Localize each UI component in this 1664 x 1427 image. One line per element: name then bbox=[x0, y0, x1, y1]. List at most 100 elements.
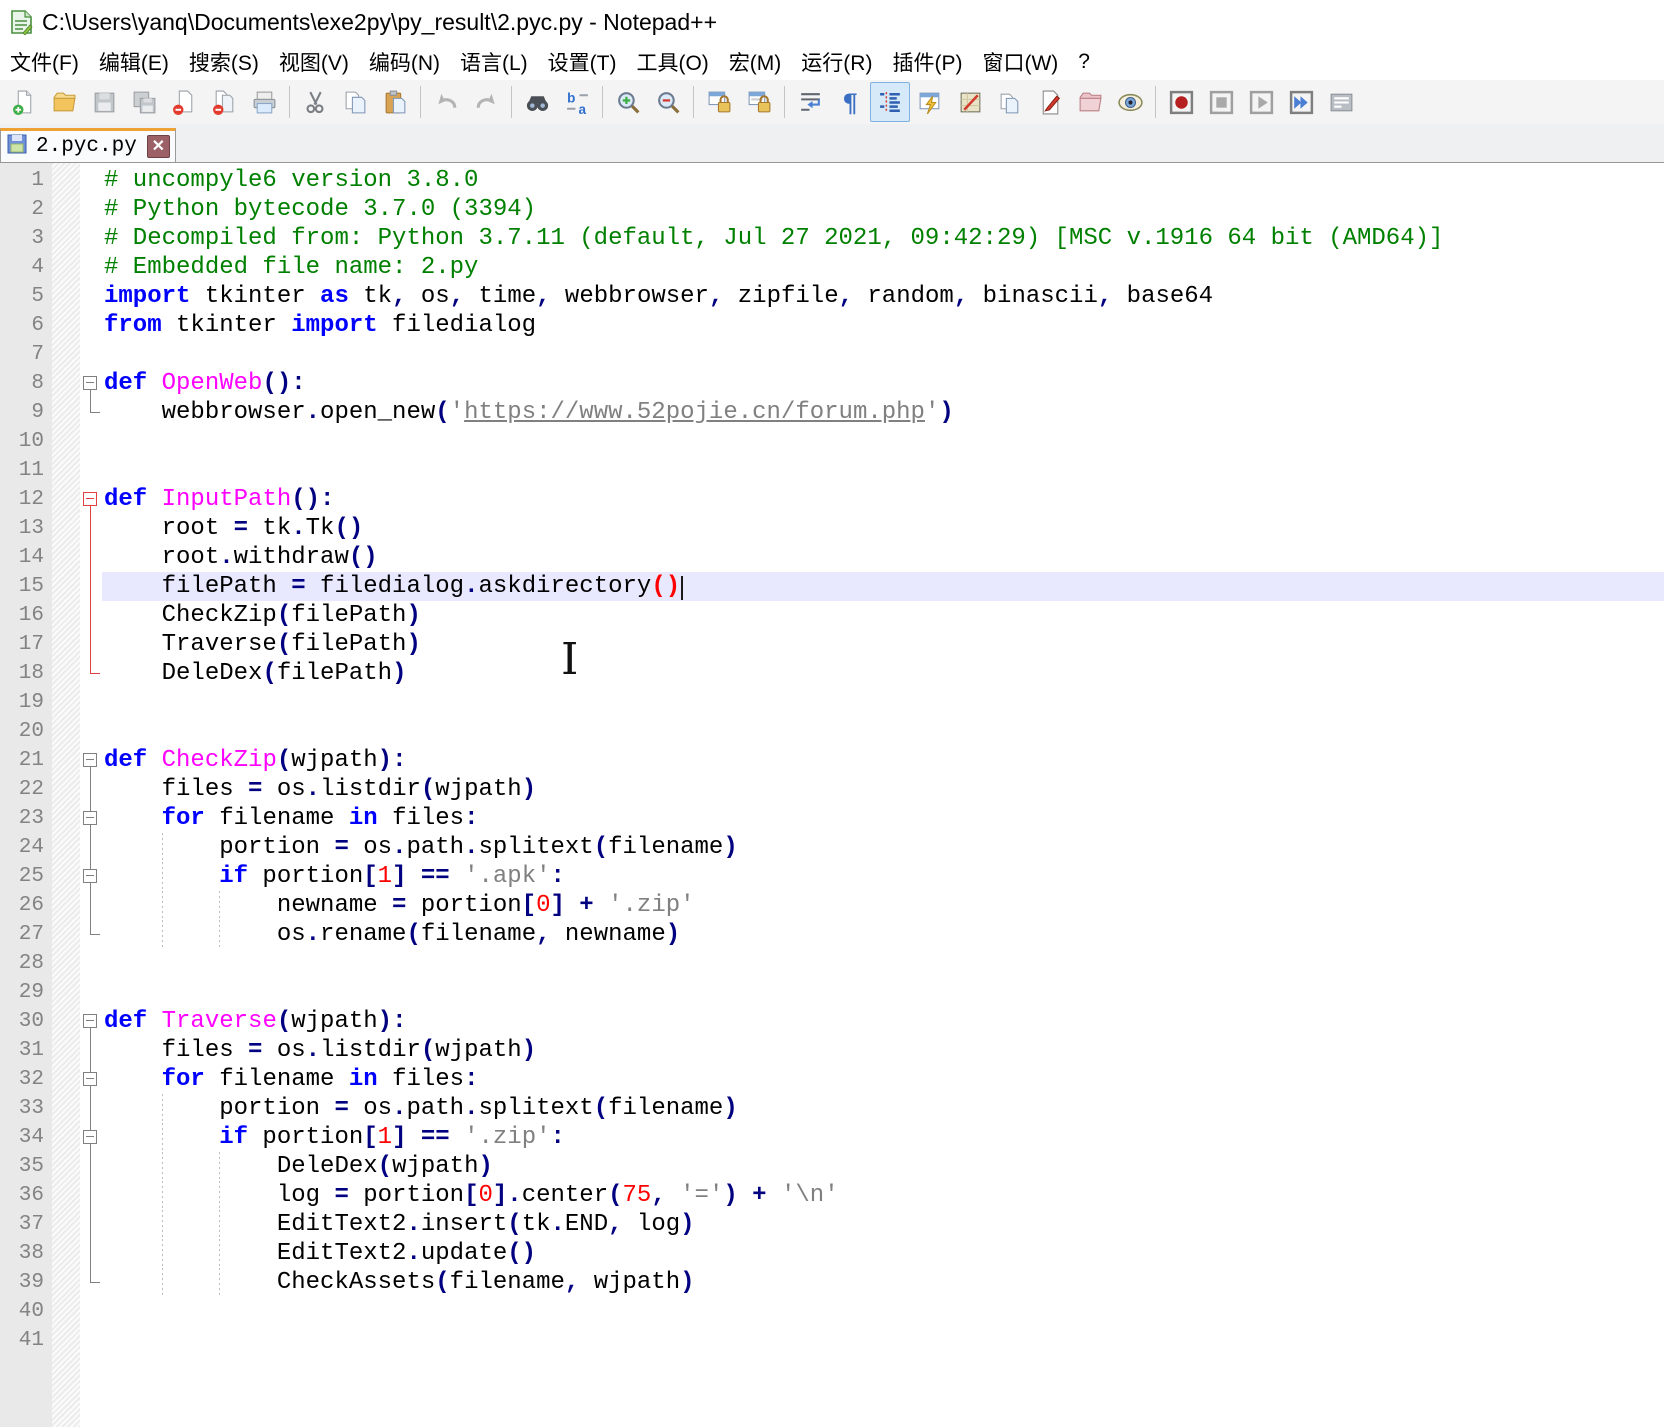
code-text[interactable] bbox=[102, 456, 1664, 485]
bookmark-margin-cell[interactable] bbox=[52, 746, 80, 775]
bookmark-margin-cell[interactable] bbox=[52, 253, 80, 282]
code-text[interactable]: Traverse(filePath) bbox=[102, 630, 1664, 659]
bookmark-margin-cell[interactable] bbox=[52, 862, 80, 891]
document-map-button[interactable] bbox=[950, 82, 990, 122]
bookmark-margin-cell[interactable] bbox=[52, 224, 80, 253]
undo-button[interactable] bbox=[426, 82, 466, 122]
code-text[interactable]: for filename in files: bbox=[102, 804, 1664, 833]
fold-collapse-icon[interactable] bbox=[83, 1130, 97, 1144]
bookmark-margin-cell[interactable] bbox=[52, 1007, 80, 1036]
print-button[interactable] bbox=[244, 82, 284, 122]
code-text[interactable]: log = portion[0].center(75, '=') + '\n' bbox=[102, 1181, 1664, 1210]
code-text[interactable]: files = os.listdir(wjpath) bbox=[102, 775, 1664, 804]
code-text[interactable]: CheckAssets(filename, wjpath) bbox=[102, 1268, 1664, 1297]
bookmark-margin-cell[interactable] bbox=[52, 601, 80, 630]
close-all-button[interactable] bbox=[204, 82, 244, 122]
code-text[interactable]: # Python bytecode 3.7.0 (3394) bbox=[102, 195, 1664, 224]
code-text[interactable]: # Embedded file name: 2.py bbox=[102, 253, 1664, 282]
menu-item-13[interactable]: ? bbox=[1068, 48, 1100, 76]
code-text[interactable]: import tkinter as tk, os, time, webbrows… bbox=[102, 282, 1664, 311]
fold-collapse-icon[interactable] bbox=[83, 1072, 97, 1086]
bookmark-margin-cell[interactable] bbox=[52, 543, 80, 572]
menu-item-10[interactable]: 运行(R) bbox=[791, 45, 882, 79]
bookmark-margin-cell[interactable] bbox=[52, 1297, 80, 1326]
code-text[interactable]: filePath = filedialog.askdirectory() bbox=[102, 572, 1664, 601]
folder-as-workspace-button[interactable] bbox=[1070, 82, 1110, 122]
copy-button[interactable] bbox=[335, 82, 375, 122]
bookmark-margin-cell[interactable] bbox=[52, 427, 80, 456]
code-text[interactable]: for filename in files: bbox=[102, 1065, 1664, 1094]
edit-marker-button[interactable] bbox=[1030, 82, 1070, 122]
bookmark-margin-cell[interactable] bbox=[52, 920, 80, 949]
code-text[interactable] bbox=[102, 949, 1664, 978]
bookmark-margin-cell[interactable] bbox=[52, 1152, 80, 1181]
code-text[interactable]: files = os.listdir(wjpath) bbox=[102, 1036, 1664, 1065]
code-text[interactable]: root = tk.Tk() bbox=[102, 514, 1664, 543]
code-text[interactable]: root.withdraw() bbox=[102, 543, 1664, 572]
code-text[interactable] bbox=[102, 1326, 1664, 1355]
tab-2.pyc.py[interactable]: 2.pyc.py ✕ bbox=[0, 128, 176, 162]
cut-button[interactable] bbox=[295, 82, 335, 122]
code-text[interactable]: # uncompyle6 version 3.8.0 bbox=[102, 166, 1664, 195]
code-text[interactable]: def InputPath(): bbox=[102, 485, 1664, 514]
show-indent-guide-button[interactable] bbox=[870, 82, 910, 122]
bookmark-margin-cell[interactable] bbox=[52, 1123, 80, 1152]
zoom-in-button[interactable] bbox=[608, 82, 648, 122]
editor-pane[interactable]: 1 # uncompyle6 version 3.8.0 2 # Python byt… bbox=[0, 163, 1664, 1427]
bookmark-margin-cell[interactable] bbox=[52, 1065, 80, 1094]
menu-item-11[interactable]: 插件(P) bbox=[882, 45, 972, 79]
code-text[interactable]: # Decompiled from: Python 3.7.11 (defaul… bbox=[102, 224, 1664, 253]
code-text[interactable]: if portion[1] == '.zip': bbox=[102, 1123, 1664, 1152]
bookmark-margin-cell[interactable] bbox=[52, 572, 80, 601]
macro-record-button[interactable] bbox=[1161, 82, 1201, 122]
code-text[interactable] bbox=[102, 688, 1664, 717]
show-all-characters-button[interactable]: ¶ bbox=[830, 82, 870, 122]
menu-item-9[interactable]: 宏(M) bbox=[719, 45, 791, 79]
bookmark-margin-cell[interactable] bbox=[52, 949, 80, 978]
code-text[interactable]: def Traverse(wjpath): bbox=[102, 1007, 1664, 1036]
redo-button[interactable] bbox=[466, 82, 506, 122]
bookmark-margin-cell[interactable] bbox=[52, 688, 80, 717]
monitoring-eye-button[interactable] bbox=[1110, 82, 1150, 122]
fold-collapse-icon[interactable] bbox=[83, 869, 97, 883]
replace-button[interactable]: ba bbox=[557, 82, 597, 122]
bookmark-margin-cell[interactable] bbox=[52, 369, 80, 398]
bookmark-margin-cell[interactable] bbox=[52, 456, 80, 485]
code-text[interactable]: webbrowser.open_new('https://www.52pojie… bbox=[102, 398, 1664, 427]
fold-collapse-icon[interactable] bbox=[83, 1014, 97, 1028]
fold-collapse-icon[interactable] bbox=[83, 753, 97, 767]
tab-close-icon[interactable]: ✕ bbox=[146, 135, 170, 158]
code-text[interactable]: def OpenWeb(): bbox=[102, 369, 1664, 398]
find-button[interactable] bbox=[517, 82, 557, 122]
sync-horizontal-scroll-button[interactable] bbox=[739, 82, 779, 122]
code-text[interactable]: DeleDex(wjpath) bbox=[102, 1152, 1664, 1181]
menu-item-6[interactable]: 语言(L) bbox=[450, 45, 538, 79]
macro-stop-button[interactable] bbox=[1201, 82, 1241, 122]
macro-run-multiple-button[interactable] bbox=[1281, 82, 1321, 122]
close-button[interactable] bbox=[164, 82, 204, 122]
bookmark-margin-cell[interactable] bbox=[52, 804, 80, 833]
bookmark-margin-cell[interactable] bbox=[52, 717, 80, 746]
bookmark-margin-cell[interactable] bbox=[52, 775, 80, 804]
code-text[interactable] bbox=[102, 717, 1664, 746]
code-text[interactable] bbox=[102, 1297, 1664, 1326]
bookmark-margin-cell[interactable] bbox=[52, 1326, 80, 1355]
bookmark-margin-cell[interactable] bbox=[52, 1094, 80, 1123]
bookmark-margin-cell[interactable] bbox=[52, 630, 80, 659]
save-all-button[interactable] bbox=[124, 82, 164, 122]
bookmark-margin-cell[interactable] bbox=[52, 1239, 80, 1268]
word-wrap-button[interactable] bbox=[790, 82, 830, 122]
menu-item-4[interactable]: 视图(V) bbox=[269, 45, 359, 79]
fold-collapse-icon[interactable] bbox=[83, 492, 97, 506]
bookmark-margin-cell[interactable] bbox=[52, 311, 80, 340]
clone-document-button[interactable] bbox=[990, 82, 1030, 122]
bookmark-margin-cell[interactable] bbox=[52, 891, 80, 920]
bookmark-margin-cell[interactable] bbox=[52, 1210, 80, 1239]
bookmark-margin-cell[interactable] bbox=[52, 514, 80, 543]
code-text[interactable]: newname = portion[0] + '.zip' bbox=[102, 891, 1664, 920]
open-folder-button[interactable] bbox=[44, 82, 84, 122]
bookmark-margin-cell[interactable] bbox=[52, 340, 80, 369]
bookmark-margin-cell[interactable] bbox=[52, 195, 80, 224]
code-text[interactable]: EditText2.insert(tk.END, log) bbox=[102, 1210, 1664, 1239]
menu-item-2[interactable]: 编辑(E) bbox=[89, 45, 179, 79]
